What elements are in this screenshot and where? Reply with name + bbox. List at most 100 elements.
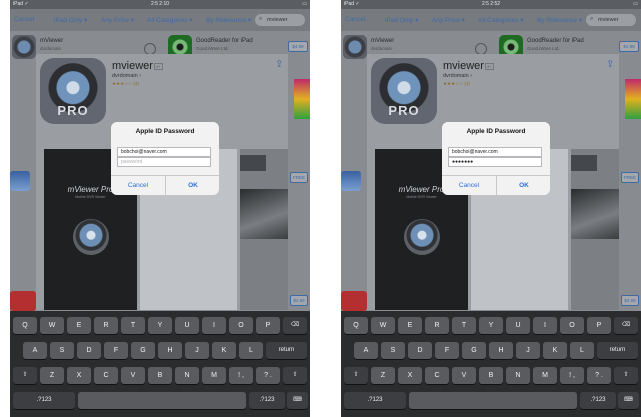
key-q[interactable]: Q [13,317,37,334]
numbers-key-left[interactable]: .?123 [344,392,406,409]
key-c[interactable]: C [425,367,449,384]
key-y[interactable]: Y [148,317,172,334]
key-e[interactable]: E [67,317,91,334]
price-button[interactable]: $4.99 [619,41,639,52]
key-s[interactable]: S [381,342,405,359]
key-a[interactable]: A [23,342,47,359]
key-e[interactable]: E [398,317,422,334]
key-x[interactable]: X [67,367,91,384]
key-o[interactable]: O [229,317,253,334]
key-question[interactable]: ? . [587,367,611,384]
key-y[interactable]: Y [479,317,503,334]
numbers-key-right[interactable]: .?123 [580,392,616,409]
space-bar[interactable] [78,392,246,409]
hide-keyboard-key[interactable]: ⌨ [287,392,308,409]
key-r[interactable]: R [94,317,118,334]
key-t[interactable]: T [121,317,145,334]
key-g[interactable]: G [462,342,486,359]
key-h[interactable]: H [489,342,513,359]
cancel-button[interactable]: Cancel [442,176,496,195]
password-field[interactable]: password [117,157,211,167]
filter-ipad-only[interactable]: iPad Only ▾ [385,16,418,24]
price-button[interactable]: $4.99 [290,295,308,306]
password-field[interactable]: ●●●●●●● [448,157,542,167]
key-l[interactable]: L [239,342,263,359]
shift-key-left[interactable]: ⇧ [344,367,368,384]
numbers-key-left[interactable]: .?123 [13,392,75,409]
shift-key-right[interactable]: ⇧ [283,367,307,384]
key-n[interactable]: N [175,367,199,384]
filter-relevance[interactable]: By Relevance ▾ [537,16,582,24]
backspace-key[interactable]: ⌫ [614,317,638,334]
key-f[interactable]: F [435,342,459,359]
nav-cancel-button[interactable]: Cancel [345,16,365,23]
share-icon[interactable]: ⇪ [275,60,284,70]
filter-categories[interactable]: All Categories ▾ [147,16,193,24]
key-l[interactable]: L [570,342,594,359]
filter-price[interactable]: Any Price ▾ [101,16,134,24]
key-o[interactable]: O [560,317,584,334]
return-key[interactable]: return [266,342,307,359]
key-h[interactable]: H [158,342,182,359]
cancel-button[interactable]: Cancel [111,176,165,195]
search-input[interactable]: ⌕ mviewer [586,14,636,26]
key-i[interactable]: I [202,317,226,334]
filter-categories[interactable]: All Categories ▾ [478,16,524,24]
ok-button[interactable]: OK [166,176,219,195]
key-exclaim[interactable]: ! , [229,367,253,384]
key-j[interactable]: J [516,342,540,359]
numbers-key-right[interactable]: .?123 [249,392,285,409]
key-v[interactable]: V [121,367,145,384]
key-s[interactable]: S [50,342,74,359]
search-input[interactable]: ⌕ mviewer [255,14,305,26]
filter-price[interactable]: Any Price ▾ [432,16,465,24]
key-z[interactable]: Z [40,367,64,384]
key-m[interactable]: M [533,367,557,384]
key-a[interactable]: A [354,342,378,359]
key-f[interactable]: F [104,342,128,359]
filter-ipad-only[interactable]: iPad Only ▾ [54,16,87,24]
key-p[interactable]: P [587,317,611,334]
apple-id-field[interactable]: bobchoi@naver.com [117,147,211,157]
developer-link[interactable]: dvrdomain › [443,73,472,79]
space-bar[interactable] [409,392,577,409]
key-b[interactable]: B [148,367,172,384]
key-q[interactable]: Q [344,317,368,334]
key-k[interactable]: K [543,342,567,359]
key-u[interactable]: U [506,317,530,334]
key-d[interactable]: D [408,342,432,359]
backspace-key[interactable]: ⌫ [283,317,307,334]
key-b[interactable]: B [479,367,503,384]
ok-button[interactable]: OK [497,176,550,195]
key-p[interactable]: P [256,317,280,334]
price-button[interactable]: $4.99 [621,295,639,306]
developer-link[interactable]: dvrdomain › [112,73,141,79]
share-icon[interactable]: ⇪ [606,60,615,70]
key-exclaim[interactable]: ! , [560,367,584,384]
key-t[interactable]: T [452,317,476,334]
key-g[interactable]: G [131,342,155,359]
key-k[interactable]: K [212,342,236,359]
nav-cancel-button[interactable]: Cancel [14,16,34,23]
key-x[interactable]: X [398,367,422,384]
key-i[interactable]: I [533,317,557,334]
key-w[interactable]: W [40,317,64,334]
hide-keyboard-key[interactable]: ⌨ [618,392,639,409]
key-m[interactable]: M [202,367,226,384]
price-button[interactable]: $4.99 [288,41,308,52]
return-key[interactable]: return [597,342,638,359]
filter-relevance[interactable]: By Relevance ▾ [206,16,251,24]
apple-id-field[interactable]: bobchoi@naver.com [448,147,542,157]
key-v[interactable]: V [452,367,476,384]
key-z[interactable]: Z [371,367,395,384]
key-w[interactable]: W [371,317,395,334]
shift-key-right[interactable]: ⇧ [614,367,638,384]
free-button[interactable]: FREE [290,172,308,183]
key-j[interactable]: J [185,342,209,359]
key-r[interactable]: R [425,317,449,334]
key-n[interactable]: N [506,367,530,384]
shift-key-left[interactable]: ⇧ [13,367,37,384]
key-question[interactable]: ? . [256,367,280,384]
key-d[interactable]: D [77,342,101,359]
key-c[interactable]: C [94,367,118,384]
